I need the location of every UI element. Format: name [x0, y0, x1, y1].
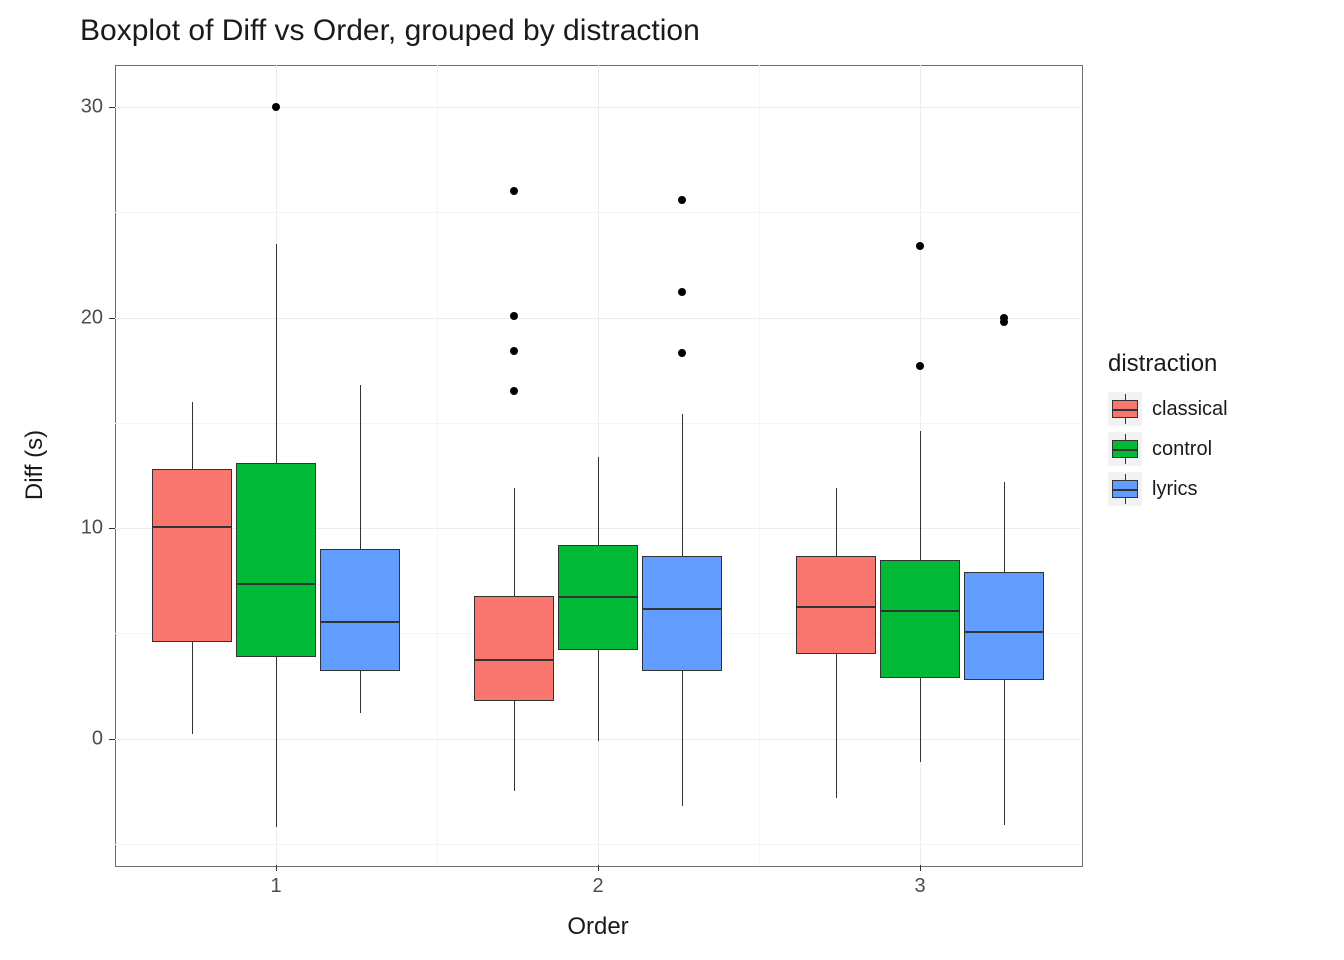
outlier-point	[916, 362, 924, 370]
box-control	[880, 560, 960, 678]
plot-area: 0102030123 Diff (s) Order	[115, 65, 1081, 865]
legend-key-icon	[1108, 472, 1142, 506]
whisker-lower	[360, 671, 361, 713]
legend-title: distraction	[1108, 350, 1228, 378]
whisker-lower	[920, 678, 921, 762]
y-tick-label: 0	[92, 727, 103, 750]
legend-key-icon	[1108, 392, 1142, 426]
x-axis-label: Order	[567, 913, 628, 941]
y-tick-label: 10	[81, 517, 103, 540]
median-line	[474, 659, 554, 661]
whisker-upper	[920, 431, 921, 559]
whisker-upper	[1004, 482, 1005, 573]
x-tick-mark	[920, 865, 921, 871]
whisker-upper	[192, 402, 193, 469]
chart-title: Boxplot of Diff vs Order, grouped by dis…	[80, 14, 700, 48]
y-tick-mark	[109, 739, 115, 740]
outlier-point	[510, 387, 518, 395]
median-line	[880, 610, 960, 612]
median-line	[964, 631, 1044, 633]
whisker-lower	[1004, 680, 1005, 825]
median-line	[558, 596, 638, 598]
box-control	[236, 463, 316, 657]
legend-label: lyrics	[1152, 478, 1198, 501]
legend: distraction classical control lyrics	[1108, 350, 1228, 512]
outlier-point	[678, 196, 686, 204]
box-lyrics	[320, 549, 400, 671]
y-tick-label: 30	[81, 96, 103, 119]
whisker-lower	[514, 701, 515, 792]
box-control	[558, 545, 638, 650]
whisker-lower	[276, 657, 277, 828]
outlier-point	[1000, 314, 1008, 322]
outlier-point	[510, 187, 518, 195]
whisker-lower	[836, 654, 837, 797]
whisker-lower	[192, 642, 193, 735]
x-tick-mark	[276, 865, 277, 871]
box-lyrics	[642, 556, 722, 672]
whisker-lower	[598, 650, 599, 741]
x-tick-label: 3	[914, 875, 925, 898]
median-line	[236, 583, 316, 585]
box-classical	[474, 596, 554, 701]
legend-item-control: control	[1108, 432, 1228, 466]
legend-label: control	[1152, 438, 1212, 461]
outlier-point	[678, 349, 686, 357]
legend-label: classical	[1152, 398, 1228, 421]
whisker-upper	[360, 385, 361, 549]
box-lyrics	[964, 572, 1044, 679]
median-line	[796, 606, 876, 608]
median-line	[152, 526, 232, 528]
outlier-point	[510, 347, 518, 355]
legend-item-lyrics: lyrics	[1108, 472, 1228, 506]
grid-minor-x	[759, 65, 760, 865]
legend-key-icon	[1108, 432, 1142, 466]
grid-minor-x	[437, 65, 438, 865]
median-line	[320, 621, 400, 623]
x-tick-mark	[598, 865, 599, 871]
y-tick-mark	[109, 318, 115, 319]
y-tick-mark	[109, 107, 115, 108]
box-classical	[796, 556, 876, 655]
x-tick-label: 2	[592, 875, 603, 898]
outlier-point	[916, 242, 924, 250]
whisker-lower	[682, 671, 683, 806]
legend-item-classical: classical	[1108, 392, 1228, 426]
whisker-upper	[682, 414, 683, 555]
whisker-upper	[598, 457, 599, 545]
median-line	[642, 608, 722, 610]
box-classical	[152, 469, 232, 642]
y-tick-label: 20	[81, 306, 103, 329]
outlier-point	[678, 288, 686, 296]
y-tick-mark	[109, 528, 115, 529]
whisker-upper	[514, 488, 515, 595]
whisker-upper	[276, 244, 277, 463]
x-tick-label: 1	[270, 875, 281, 898]
whisker-upper	[836, 488, 837, 555]
y-axis-label: Diff (s)	[21, 430, 49, 500]
outlier-point	[510, 312, 518, 320]
outlier-point	[272, 103, 280, 111]
